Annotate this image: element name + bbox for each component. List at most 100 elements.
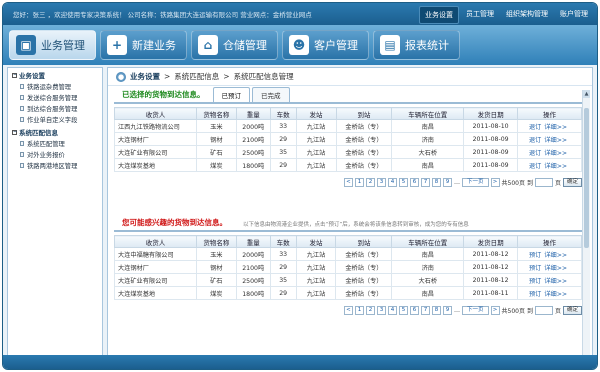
scroll-thumb[interactable] [584, 108, 589, 248]
unbook-link[interactable]: 退订 [529, 137, 541, 144]
table-cell: 2011-08-12 [463, 273, 519, 287]
sidebar-item[interactable]: 铁路运杂费管理 [8, 81, 102, 92]
details-link[interactable]: 详细>> [544, 137, 567, 144]
nav-reports[interactable]: ▤ 报表统计 [373, 30, 460, 60]
tab-booked[interactable]: 已预订 [212, 87, 250, 102]
sidebar-item[interactable]: 到达综合服务管理 [8, 103, 102, 114]
top-bar: 您好：张三 ，欢迎使用专家决策系统！ 公司名称：铁路集团大连运输有限公司 营业网… [3, 3, 597, 25]
table-row: 大连矿业有限公司 矿石 2500吨 35 九江站 金桥站（专） 大石桥 2011-08-12 预… [114, 273, 582, 287]
unbook-link[interactable]: 退订 [529, 163, 541, 170]
column-header: 发货日期 [463, 235, 519, 248]
table-cell: 大石桥 [391, 145, 465, 159]
sidebar-item[interactable]: 发送综合服务管理 [8, 92, 102, 103]
table-cell: 南昌 [391, 247, 465, 261]
table-cell: 九江站 [295, 286, 337, 300]
details-link[interactable]: 详细>> [544, 150, 567, 157]
last-page-button[interactable]: > [490, 305, 500, 315]
nav-new-business[interactable]: + 新建业务 [100, 30, 187, 60]
page-number-button[interactable]: 9 [442, 177, 452, 187]
details-link[interactable]: 详细>> [544, 265, 567, 272]
page-number-button[interactable]: 1 [354, 305, 364, 315]
table-row: 江西九江铁路物流公司 玉米 2000吨 33 九江站 金桥站（专） 南昌 2011-08-10… [114, 119, 582, 133]
goto-page-input[interactable] [534, 305, 553, 315]
sidebar-item[interactable]: 作业单自定义字段 [8, 114, 102, 125]
sidebar-item[interactable]: 系统匹配管理 [8, 138, 102, 149]
page-number-button[interactable]: 6 [409, 305, 419, 315]
goto-ok-button[interactable]: 确定 [562, 305, 582, 315]
unbook-link[interactable]: 退订 [529, 124, 541, 131]
prev-page-button[interactable]: < [343, 177, 353, 187]
table-cell: 九江站 [295, 145, 337, 159]
document-icon [20, 117, 24, 122]
tab-completed[interactable]: 已完成 [252, 87, 290, 102]
sidebar-item-label: 作业单自定义字段 [27, 117, 78, 124]
page-number-button[interactable]: 7 [420, 177, 430, 187]
section-header: 您可能感兴趣的货物到达信息。 以下信息由物流港企业提供，点击“预订”后，系统会将… [114, 218, 582, 232]
top-link-account[interactable]: 账户管理 [555, 6, 593, 24]
details-link[interactable]: 详细>> [544, 278, 567, 285]
details-link[interactable]: 详细>> [544, 291, 567, 298]
document-icon [20, 84, 24, 89]
book-link[interactable]: 预订 [529, 265, 541, 272]
page-number-button[interactable]: 5 [398, 305, 408, 315]
goto-ok-button[interactable]: 确定 [562, 177, 582, 187]
table-cell: 金桥站（专） [335, 260, 393, 274]
table-cell: 玉米 [195, 119, 237, 133]
page-number-button[interactable]: 1 [354, 177, 364, 187]
page-number-button[interactable]: 8 [431, 177, 441, 187]
page-number-button[interactable]: 5 [398, 177, 408, 187]
table-cell: 2011-08-09 [463, 145, 519, 159]
goto-page-input[interactable] [534, 177, 553, 187]
sidebar-group-system-matching[interactable]: − 系统匹配信息 [8, 125, 102, 138]
top-link-staff[interactable]: 员工管理 [461, 6, 499, 24]
book-link[interactable]: 预订 [529, 278, 541, 285]
page-number-button[interactable]: 2 [365, 305, 375, 315]
page-number-button[interactable]: 3 [376, 305, 386, 315]
details-link[interactable]: 详细>> [544, 252, 567, 259]
book-link[interactable]: 预订 [529, 291, 541, 298]
goto-label: 到 [526, 179, 533, 187]
page-number-button[interactable]: 4 [387, 305, 397, 315]
sidebar-group-business-settings[interactable]: − 业务设置 [8, 68, 102, 81]
document-icon [20, 152, 24, 157]
breadcrumb-item[interactable]: 业务设置 [130, 71, 160, 82]
next-page-button[interactable]: 下一页 [461, 177, 489, 187]
breadcrumb-item[interactable]: 系统匹配信息 [174, 71, 219, 82]
page-number-button[interactable]: 7 [420, 305, 430, 315]
sidebar-item[interactable]: 铁路两港地区管理 [8, 160, 102, 171]
nav-business-management[interactable]: ▣ 业务管理 [9, 30, 96, 60]
page-number-button[interactable]: 4 [387, 177, 397, 187]
nav-customers[interactable]: ☻ 客户管理 [282, 30, 369, 60]
page-number-button[interactable]: 3 [376, 177, 386, 187]
book-link[interactable]: 预订 [529, 252, 541, 259]
sidebar-item[interactable]: 对外业务报价 [8, 149, 102, 160]
table-cell: 南昌 [391, 119, 465, 133]
vertical-scrollbar[interactable]: ▲ [582, 90, 590, 356]
page-suffix: 页 [554, 307, 561, 315]
unbook-link[interactable]: 退订 [529, 150, 541, 157]
main-panel: ● 业务设置 > 系统匹配信息 > 系统匹配信息管理 ▲ 已选择的货物到达信息。… [107, 67, 593, 357]
table-cell: 2011-08-09 [463, 132, 519, 146]
sidebar-item-label: 系统匹配管理 [27, 141, 65, 148]
sidebar-item-label: 发送综合服务管理 [27, 95, 78, 102]
nav-warehouse[interactable]: ⌂ 仓储管理 [191, 30, 278, 60]
prev-page-button[interactable]: < [343, 305, 353, 315]
scroll-up-icon[interactable]: ▲ [583, 90, 590, 98]
page-number-button[interactable]: 2 [365, 177, 375, 187]
users-icon: ☻ [289, 35, 309, 55]
table-cell: 2011-08-09 [463, 158, 519, 172]
sidebar-item-label: 到达综合服务管理 [27, 106, 78, 113]
page-number-button[interactable]: 6 [409, 177, 419, 187]
page-number-button[interactable]: 9 [442, 305, 452, 315]
details-link[interactable]: 详细>> [544, 124, 567, 131]
table-cell: 2000吨 [235, 247, 271, 261]
table-row: 大连钢材厂 钢材 2100吨 29 九江站 金桥站（专） 济南 2011-08-12 预订 详细>… [114, 260, 582, 274]
top-link-org[interactable]: 组织架构管理 [501, 6, 553, 24]
table-cell: 大连钢材厂 [114, 260, 197, 274]
details-link[interactable]: 详细>> [544, 163, 567, 170]
page-number-button[interactable]: 8 [431, 305, 441, 315]
top-link-business-settings[interactable]: 业务设置 [419, 6, 459, 24]
table-cell: 江西九江铁路物流公司 [114, 119, 197, 133]
last-page-button[interactable]: > [490, 177, 500, 187]
next-page-button[interactable]: 下一页 [461, 305, 489, 315]
